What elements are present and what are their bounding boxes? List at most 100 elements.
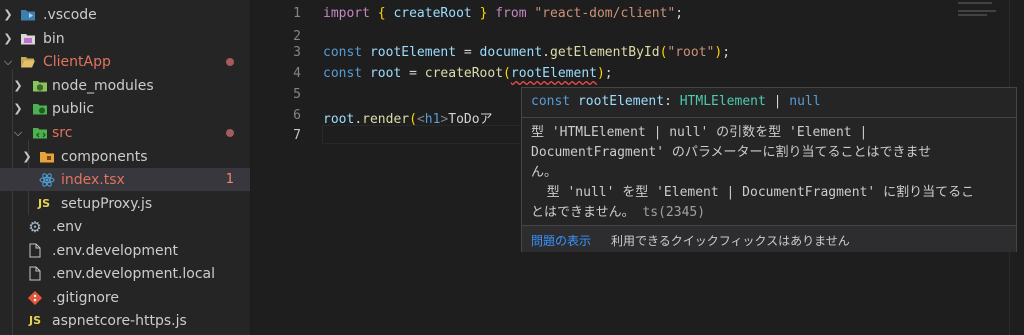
- tree-item-label: components: [61, 148, 148, 165]
- string-literal: "react-dom/client": [534, 6, 676, 21]
- brace: }: [479, 6, 488, 21]
- tree-item-label: .gitignore: [52, 289, 119, 306]
- identifier: document: [479, 45, 543, 60]
- tree-item-label: src: [52, 124, 73, 141]
- line-number: 5: [293, 87, 301, 102]
- tree-item-label: node_modules: [52, 77, 154, 94]
- identifier: root: [323, 112, 355, 127]
- paren: ): [596, 66, 605, 81]
- error-message-text: とはできません。: [531, 205, 635, 220]
- chevron-right-icon: ❯: [3, 8, 13, 21]
- public-folder-icon: [32, 101, 48, 117]
- tree-item-index-tsx[interactable]: index.tsx 1: [0, 168, 250, 191]
- identifier: root: [369, 66, 402, 81]
- identifier: createRoot: [393, 6, 472, 21]
- react-icon: [39, 172, 55, 188]
- chevron-right-icon: ❯: [13, 102, 23, 115]
- colon: :: [664, 94, 680, 109]
- code-line-4: const root = createRoot(rootElement);: [323, 66, 613, 81]
- tree-item-label: .env.development.local: [52, 265, 216, 282]
- semicolon: ;: [675, 6, 684, 21]
- keyword: from: [495, 6, 527, 21]
- tree-item-label: setupProxy.js: [61, 195, 153, 212]
- function-name: render: [362, 112, 410, 127]
- hover-signature: const rootElement: HTMLElement | null: [531, 94, 821, 109]
- error-message: 型 'HTMLElement | null' の引数を型 'Element | …: [531, 123, 1009, 223]
- tree-item-label: .vscode: [43, 6, 97, 23]
- keyword: const: [531, 94, 571, 109]
- error-code: ts(2345): [642, 205, 706, 220]
- dot: .: [542, 45, 550, 60]
- operator: =: [401, 66, 425, 81]
- line-number: 7: [293, 128, 301, 143]
- vscode-folder-icon: [20, 7, 36, 23]
- file-icon: [27, 243, 43, 259]
- tree-item-bin[interactable]: ❯ bin: [0, 27, 250, 50]
- view-problem-link[interactable]: 問題の表示: [531, 232, 591, 249]
- identifier: rootElement: [577, 94, 665, 109]
- keyword: const: [323, 45, 363, 60]
- type-name: null: [789, 94, 821, 109]
- tag-bracket: <: [416, 112, 425, 127]
- src-folder-icon: [32, 125, 48, 141]
- tree-item-setupproxy-js[interactable]: JS setupProxy.js: [0, 192, 250, 215]
- hover-status-bar: 問題の表示 利用できるクイックフィックスはありません: [522, 225, 1016, 252]
- tree-item-env[interactable]: ⚙ .env: [0, 215, 250, 238]
- tree-item-vscode[interactable]: ❯ .vscode: [0, 3, 250, 26]
- keyword: const: [323, 66, 363, 81]
- tree-item-label: .env.development: [52, 242, 178, 259]
- tree-item-components[interactable]: ❯ components: [0, 145, 250, 168]
- tree-item-env-development[interactable]: .env.development: [0, 239, 250, 262]
- tag-name: h1: [424, 112, 441, 127]
- semicolon: ;: [722, 45, 731, 60]
- function-name: createRoot: [424, 66, 504, 81]
- tree-item-label: ClientApp: [43, 53, 111, 70]
- js-icon: JS: [37, 197, 50, 210]
- type-name: HTMLElement: [679, 94, 766, 109]
- tree-item-src[interactable]: ⌵ src: [0, 121, 250, 144]
- tree-item-clientapp[interactable]: ⌵ ClientApp: [0, 50, 250, 73]
- string-literal: "root": [667, 45, 715, 60]
- code-line-3: const rootElement = document.getElementB…: [323, 45, 730, 60]
- hover-tooltip: const rootElement: HTMLElement | null 型 …: [521, 87, 1017, 252]
- code-line-1: import { createRoot } from "react-dom/cl…: [323, 6, 683, 21]
- folder-open-icon: [20, 54, 36, 70]
- chevron-down-icon: ⌵: [13, 125, 23, 139]
- tree-item-gitignore[interactable]: .gitignore: [0, 286, 250, 309]
- jsx-text: ToDoア: [448, 112, 493, 127]
- js-icon: JS: [28, 314, 41, 327]
- node-folder-icon: [32, 78, 48, 94]
- file-icon: [27, 266, 43, 282]
- code-line-6: root.render(<h1>ToDoア: [323, 108, 493, 127]
- chevron-down-icon: ⌵: [3, 54, 13, 68]
- minimap[interactable]: [958, 2, 1006, 24]
- error-message-line: とはできません。 ts(2345): [531, 203, 1009, 223]
- tree-item-label: .env: [52, 218, 83, 235]
- union-pipe: |: [765, 94, 790, 109]
- git-icon: [27, 290, 43, 306]
- tree-item-public[interactable]: ❯ public: [0, 97, 250, 120]
- tree-item-label: public: [52, 100, 95, 117]
- keyword: import: [323, 6, 370, 21]
- line-number: 1: [293, 6, 301, 21]
- tree-item-node-modules[interactable]: ❯ node_modules: [0, 74, 250, 97]
- paren: (: [503, 66, 511, 81]
- function-name: getElementById: [550, 45, 660, 60]
- tree-item-env-development-local[interactable]: .env.development.local: [0, 262, 250, 285]
- error-message-line: DocumentFragment' のパラメーターに割り当てることはできませ: [531, 145, 932, 160]
- dot: .: [354, 112, 363, 127]
- error-argument[interactable]: rootElement: [511, 66, 597, 81]
- line-number: 4: [293, 66, 301, 81]
- operator: =: [456, 45, 480, 60]
- paren: (: [409, 112, 417, 127]
- modified-dot-icon: [226, 58, 234, 66]
- tree-item-aspnetcore-https-js[interactable]: JS aspnetcore-https.js: [0, 309, 250, 332]
- line-number: 3: [293, 45, 301, 60]
- line-number: 6: [293, 108, 301, 123]
- problem-count-badge: 1: [225, 172, 234, 187]
- chevron-right-icon: ❯: [13, 79, 23, 92]
- error-message-line: 型 'null' を型 'Element | DocumentFragment'…: [531, 185, 975, 200]
- explorer-sidebar: ❯ .vscode ❯ bin ⌵ ClientApp ❯ node_modul…: [0, 0, 251, 335]
- error-message-line: ん。: [531, 165, 558, 180]
- tree-item-label: aspnetcore-https.js: [52, 312, 187, 329]
